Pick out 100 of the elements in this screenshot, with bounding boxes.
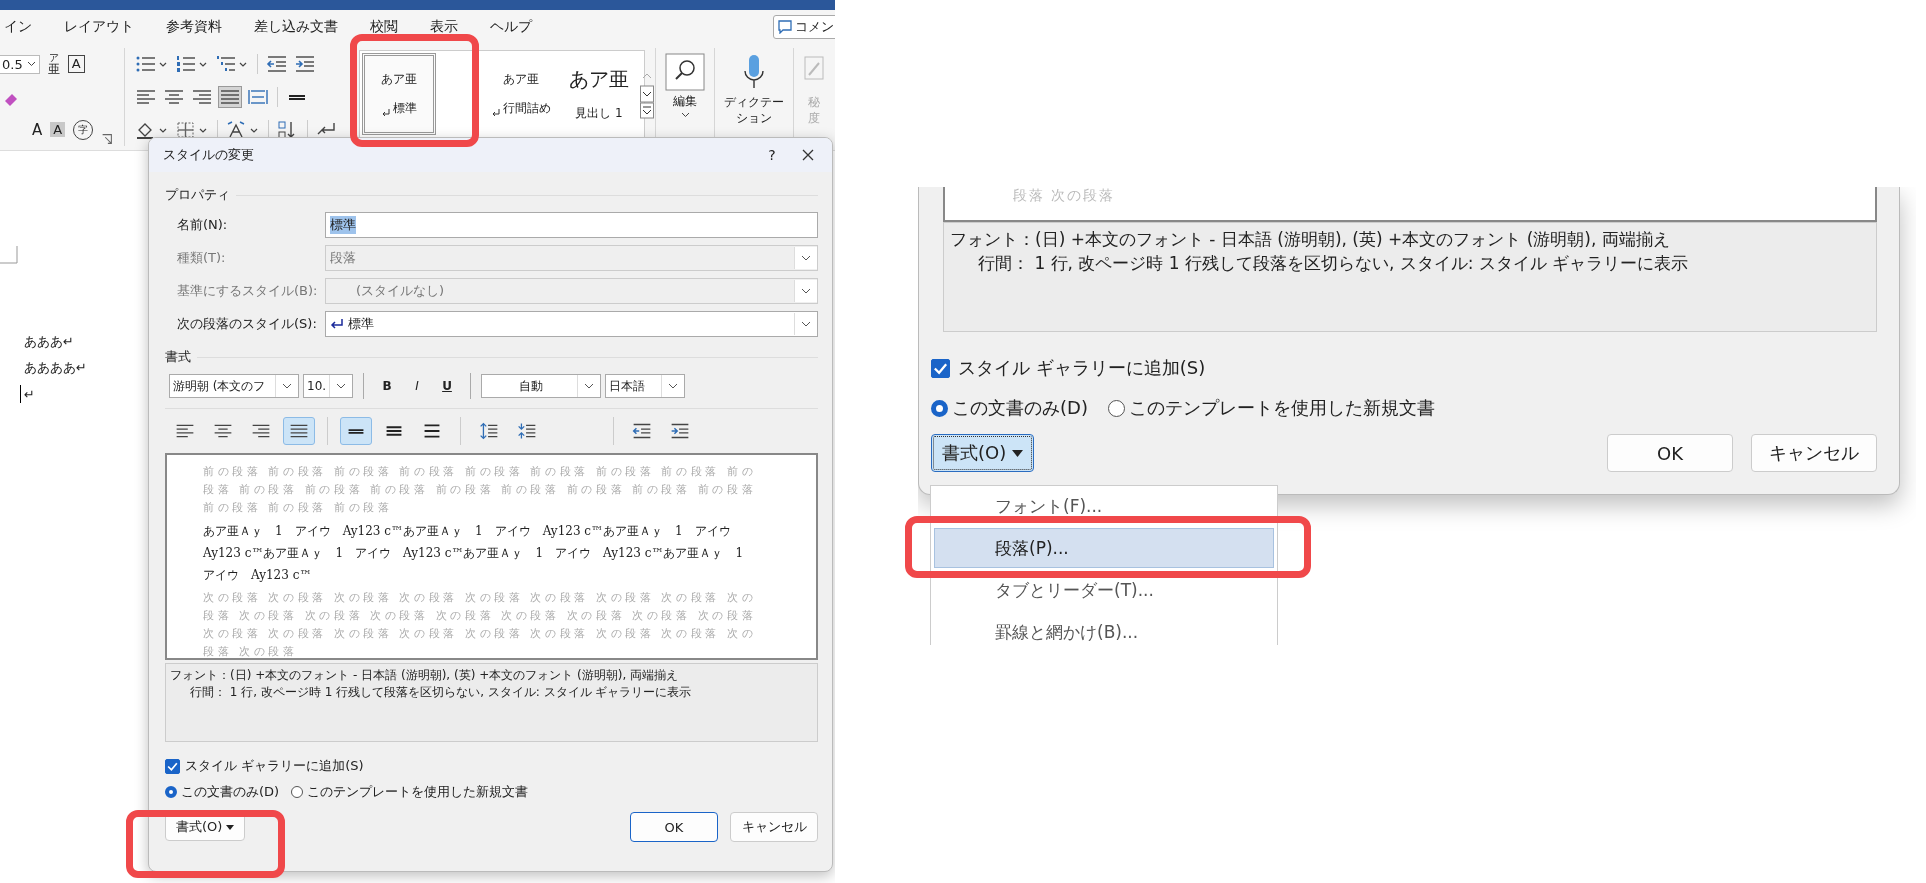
radio-label: このテンプレートを使用した新規文書	[307, 783, 529, 801]
cancel-button[interactable]: キャンセル	[1751, 434, 1877, 472]
align-right-icon[interactable]	[191, 87, 213, 107]
character-shading-button[interactable]: A	[50, 122, 66, 138]
radio-button[interactable]	[165, 786, 177, 798]
dropdown[interactable]: 標準	[325, 310, 818, 337]
dialog-title: スタイルの変更	[163, 146, 254, 164]
radio-label: この文書のみ(D)	[952, 396, 1088, 420]
chevron-down-icon	[668, 383, 678, 389]
next-paragraph-line: 次の段落 次の段落 次の段落 次の段落 次の段落 次の段落 次の段落 次の段落 次の	[203, 590, 758, 606]
editing-button[interactable]: 編集	[662, 48, 708, 146]
style-gallery-item[interactable]: あア亜 行間詰め	[484, 53, 558, 135]
numbered-list-icon[interactable]	[175, 54, 209, 75]
distributed-align-icon[interactable]	[247, 87, 269, 107]
margin-corner-icon	[0, 246, 18, 264]
decrease-indent-icon[interactable]	[266, 54, 288, 75]
checkbox[interactable]	[165, 758, 180, 774]
next-paragraph-line: 段落 次の段落	[203, 644, 299, 660]
radio-button[interactable]	[291, 786, 304, 798]
field-label: 種類(T):	[176, 248, 227, 267]
caret-icon	[26, 61, 36, 68]
ok-button[interactable]: OK	[1607, 434, 1733, 472]
ribbon-tab[interactable]: ヘルプ	[474, 10, 548, 44]
checkbox[interactable]	[931, 358, 950, 378]
description-line: 行間： 1 行, 改ページ時 1 行残して段落を区切らない, スタイル: スタイル ギャラリーに表示	[977, 252, 1690, 275]
field-label: 次の段落のスタイル(S):	[176, 314, 318, 333]
previous-paragraph-line: 前の段落 前の段落 前の段落	[203, 500, 394, 516]
section-heading: プロパティ	[165, 186, 230, 204]
align-left-icon[interactable]	[135, 87, 157, 107]
bold-button[interactable]: B	[374, 378, 400, 394]
menu-item[interactable]: タブとリーダー(T)...	[934, 570, 1274, 610]
checkbox-label: スタイル ギャラリーに追加(S)	[185, 757, 364, 775]
justify-icon[interactable]	[219, 87, 241, 107]
menu-item[interactable]: フォント(F)...	[934, 486, 1274, 526]
ribbon-tab[interactable]: イン	[0, 10, 48, 44]
next-paragraph-text: 段落 次の段落	[1013, 187, 1116, 205]
chevron-down-icon	[801, 254, 811, 261]
caret-icon	[680, 112, 690, 118]
italic-button[interactable]: I	[404, 378, 430, 394]
chevron-down-icon	[282, 383, 292, 389]
phonetic-guide-button[interactable]: ア 亜	[47, 53, 60, 76]
font-dropdown[interactable]: 游明朝 (本文のフ	[169, 374, 299, 398]
borders-icon[interactable]	[175, 119, 209, 140]
style-gallery-item[interactable]: あア亜 見出し 1	[562, 53, 636, 135]
next-paragraph-line: 次の段落 次の段落 次の段落 次の段落 次の段落 次の段落 次の段落 次の段落 次の	[203, 626, 758, 642]
radio-label: このテンプレートを使用した新規文書	[1128, 396, 1435, 420]
comment-button[interactable]: コメン	[773, 15, 835, 39]
return-arrow-icon	[491, 109, 500, 117]
description-line: フォント：(日) +本文のフォント - 日本語 (游明朝), (英) +本文のフォント (游明朝), 両端揃え	[170, 667, 680, 684]
previous-paragraph-line: 段落 前の段落 前の段落 前の段落 前の段落 前の段落 前の段落 前の段落 前の段落	[203, 482, 758, 498]
menu-item[interactable]: 段落(P)...	[934, 528, 1274, 568]
radio-label: この文書のみ(D)	[181, 783, 280, 801]
chevron-down-icon	[336, 383, 346, 389]
ribbon-tab[interactable]: 参考資料	[150, 10, 238, 44]
menu-item[interactable]: 罫線と網かけ(B)...	[934, 612, 1274, 645]
underline-button[interactable]: U	[434, 378, 460, 394]
comment-icon	[778, 20, 792, 34]
chevron-down-icon	[801, 320, 811, 327]
document-text: ↵	[24, 386, 35, 402]
caret-icon	[1012, 449, 1024, 457]
justify-icon[interactable]	[283, 417, 315, 445]
ribbon-tab[interactable]: 差し込み文書	[238, 10, 354, 44]
search-icon	[665, 53, 705, 91]
align-center-icon[interactable]	[163, 87, 185, 107]
checkbox-label: スタイル ギャラリーに追加(S)	[958, 356, 1206, 380]
description-line: 行間： 1 行, 改ページ時 1 行残して段落を区切らない, スタイル: スタイル ギャラリーに表示	[189, 684, 693, 701]
radio-button[interactable]	[1107, 399, 1125, 417]
cancel-button[interactable]: キャンセル	[730, 812, 818, 842]
radio-button[interactable]	[931, 399, 948, 417]
document-text: ああああ↵	[24, 359, 87, 377]
font-size-field[interactable]: 0.5	[0, 54, 40, 74]
return-arrow-icon	[381, 109, 390, 117]
sample-text: あア亜Ａｙ 1 アイウ Ay123 c™あア亜Ａｙ 1 アイウ Ay123 c™あア亜Ａｙ 1 アイウ Ay123 c™あア亜Ａｙ 1 アイウ Ay123 c™あア亜Ａｙ 1 アイウ Ay123 c™あア亜Ａｙ 1 アイウ Ay123 c™	[203, 523, 745, 584]
next-paragraph-line: 段落 次の段落 次の段落 次の段落 次の段落 次の段落 次の段落 次の段落 次の段落	[203, 608, 758, 624]
character-border-button[interactable]: A	[67, 55, 85, 74]
color-dropdown[interactable]: 自動	[481, 374, 601, 398]
asian-layout-icon[interactable]	[226, 119, 260, 140]
caret-icon	[226, 824, 235, 830]
ribbon-tab[interactable]: レイアウト	[48, 10, 150, 44]
ok-button[interactable]: OK	[630, 812, 718, 842]
language-dropdown[interactable]: 日本語	[605, 374, 685, 398]
field-label: 基準にするスタイル(B):	[176, 281, 319, 300]
section-heading: 書式	[165, 348, 191, 366]
ribbon-tab[interactable]: 表示	[414, 10, 474, 44]
grow-font-button[interactable]: A	[32, 120, 43, 139]
ribbon-tab[interactable]: 校閲	[354, 10, 414, 44]
increase-indent-icon[interactable]	[294, 54, 316, 75]
style-gallery-item[interactable]: あア亜 標準	[362, 53, 436, 135]
previous-paragraph-line: 前の段落 前の段落 前の段落 前の段落 前の段落 前の段落 前の段落 前の段落 前の	[203, 464, 758, 480]
description-line: フォント：(日) +本文のフォント - 日本語 (游明朝), (英) +本文のフォント (游明朝), 両端揃え	[950, 228, 1671, 251]
document-text: あああ↵	[24, 333, 74, 351]
dialog-launcher-icon[interactable]	[100, 132, 114, 146]
single-spacing-icon[interactable]	[340, 417, 372, 445]
chevron-down-icon	[584, 383, 594, 389]
format-menu-button[interactable]: 書式(O)	[931, 434, 1035, 472]
font-size-dropdown[interactable]: 10.	[303, 374, 353, 398]
field-label: 名前(N):	[176, 215, 229, 234]
text-cursor	[20, 385, 21, 403]
chevron-down-icon	[801, 287, 811, 294]
input-field[interactable]: 標準	[325, 211, 818, 238]
